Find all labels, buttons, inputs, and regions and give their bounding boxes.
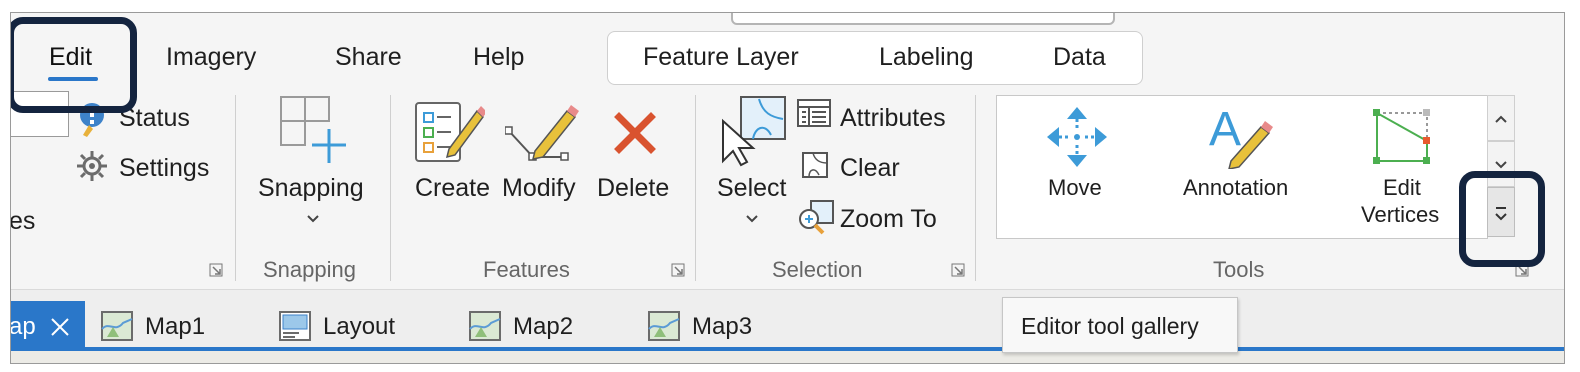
tab-labeling[interactable]: Labeling [879, 43, 974, 72]
edit-vertices-icon [1371, 107, 1431, 172]
tab-feature-layer[interactable]: Feature Layer [643, 43, 799, 72]
zoom-to-button[interactable]: Zoom To [840, 205, 937, 234]
gear-icon [75, 149, 109, 188]
select-icon [719, 95, 789, 172]
view-tab-map2[interactable]: Map2 [513, 313, 573, 341]
group-separator [390, 95, 391, 281]
layout-icon [279, 311, 311, 346]
view-tab-map1[interactable]: Map1 [145, 313, 205, 341]
tab-data[interactable]: Data [1053, 43, 1106, 72]
features-group-label: Features [483, 257, 570, 282]
features-launcher-icon[interactable] [671, 263, 685, 277]
annotation-icon: A [1207, 99, 1277, 174]
search-box[interactable] [731, 13, 1115, 25]
snapping-group-label: Snapping [263, 257, 356, 282]
view-tabs-bar [11, 289, 1564, 348]
move-tool[interactable]: Move [1048, 175, 1102, 201]
gallery-expand-highlight [1459, 171, 1545, 267]
tab-share[interactable]: Share [335, 43, 402, 72]
map-icon [101, 311, 133, 346]
select-button[interactable]: Select [717, 174, 786, 203]
edit-vertices-tool-line2[interactable]: Vertices [1361, 202, 1439, 228]
create-button[interactable]: Create [415, 174, 490, 203]
edit-tab-highlight [11, 17, 137, 113]
tab-imagery[interactable]: Imagery [166, 43, 256, 72]
view-tab-active-label: ap [10, 313, 36, 340]
view-tab-map3[interactable]: Map3 [692, 313, 752, 341]
create-features-icon [413, 97, 487, 172]
clear-selection-icon [801, 151, 831, 186]
modify-features-icon [504, 101, 585, 172]
edit-vertices-tool-line1[interactable]: Edit [1383, 175, 1421, 201]
partial-button-label[interactable]: es [11, 207, 35, 236]
chevron-down-icon[interactable] [306, 211, 320, 229]
arcgis-pro-ribbon-window: Edit Imagery Share Help Feature Layer La… [10, 12, 1565, 364]
attributes-table-icon [797, 99, 831, 134]
svg-text:A: A [1209, 103, 1241, 156]
map-icon [469, 311, 501, 346]
group-separator [975, 95, 976, 281]
group-separator [235, 95, 236, 281]
map-view-area[interactable] [11, 347, 1564, 363]
tooltip-text: Editor tool gallery [1021, 313, 1199, 339]
chevron-down-icon[interactable] [745, 211, 759, 229]
tools-group-label: Tools [1213, 257, 1265, 282]
move-icon [1045, 105, 1109, 174]
tab-help[interactable]: Help [473, 43, 524, 72]
clear-button[interactable]: Clear [840, 154, 900, 183]
attributes-button[interactable]: Attributes [840, 104, 946, 133]
manage-edits-launcher-icon[interactable] [209, 263, 223, 277]
map-icon [648, 311, 680, 346]
gallery-scroll-up-button[interactable] [1487, 95, 1515, 141]
delete-icon [613, 111, 657, 160]
snapping-icon [279, 95, 349, 170]
group-separator [695, 95, 696, 281]
zoom-to-icon [795, 199, 835, 240]
modify-button[interactable]: Modify [502, 174, 576, 203]
selection-group-label: Selection [772, 257, 863, 282]
selection-launcher-icon[interactable] [951, 263, 965, 277]
snapping-button[interactable]: Snapping [258, 174, 364, 203]
delete-button[interactable]: Delete [597, 174, 669, 203]
view-tab-layout[interactable]: Layout [323, 313, 395, 341]
settings-button[interactable]: Settings [119, 154, 209, 183]
close-icon[interactable] [49, 316, 71, 343]
annotation-tool[interactable]: Annotation [1183, 175, 1288, 201]
